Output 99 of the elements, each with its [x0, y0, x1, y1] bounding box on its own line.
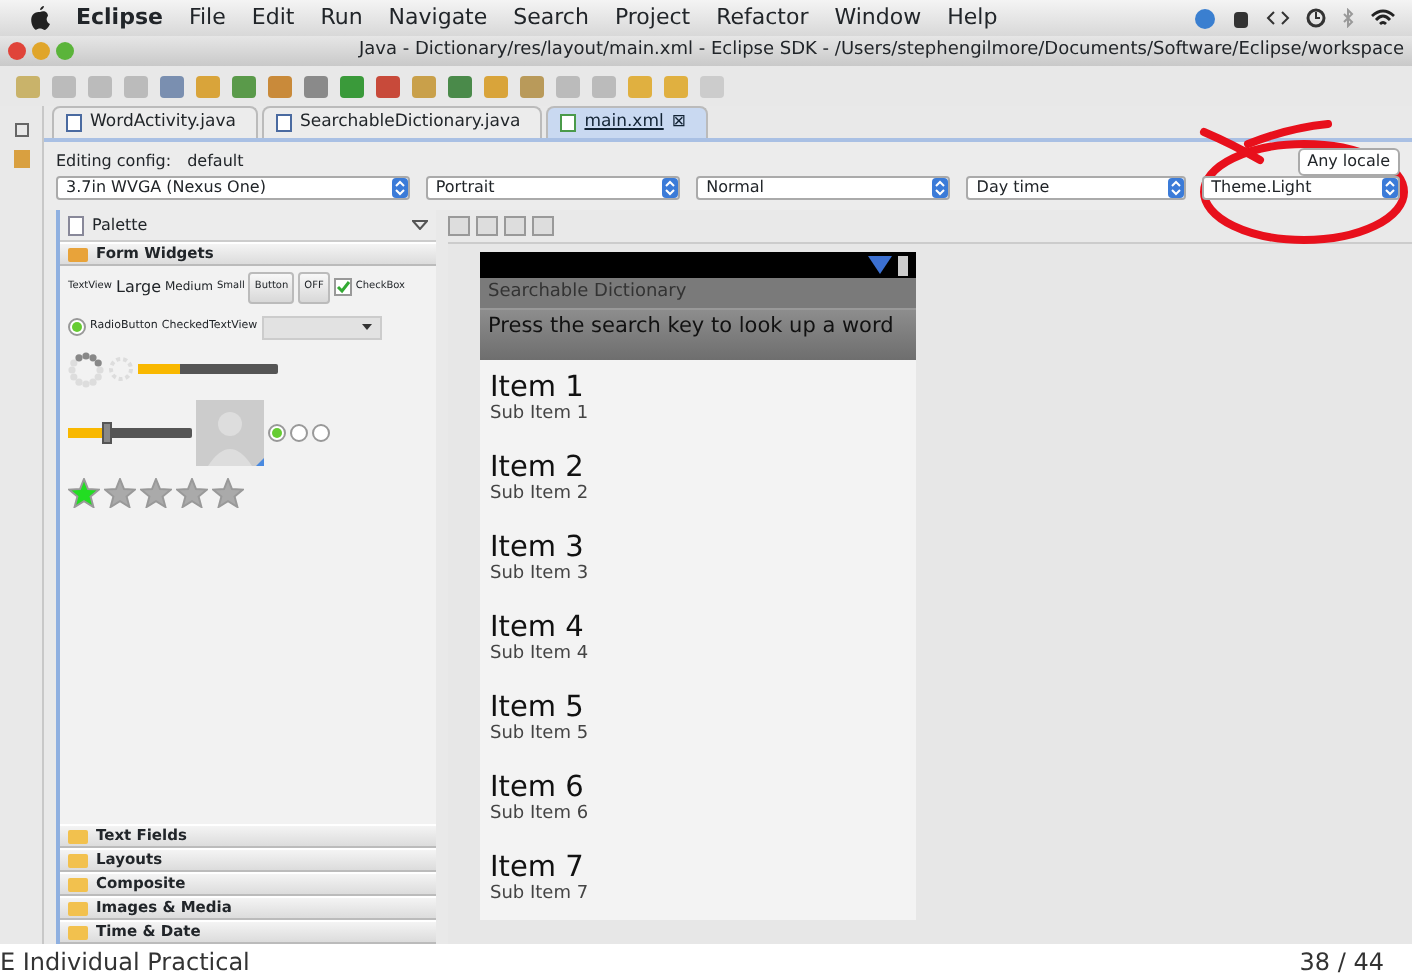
menu-item[interactable]: Edit	[251, 1, 295, 35]
window-title: Java - Dictionary/res/layout/main.xml - Eclipse SDK - /Users/stephengilmore/Documents/Software/Eclipse/workspace	[356, 37, 1404, 64]
list-item-title[interactable]: Item 2	[490, 452, 906, 484]
menu-item[interactable]: Search	[513, 1, 589, 35]
star-icon	[140, 477, 172, 507]
dropdown-arrow-icon[interactable]	[412, 220, 428, 230]
stepper-icon	[662, 178, 679, 198]
menu-item[interactable]: Refactor	[716, 1, 809, 35]
wifi-icon	[1370, 8, 1396, 28]
list-item-subtitle: Sub Item 6	[490, 804, 591, 826]
radio-button[interactable]	[68, 318, 86, 336]
close-icon[interactable]: ⊠	[671, 110, 686, 136]
menu-item[interactable]: Run	[320, 1, 363, 35]
toolbar-icon[interactable]	[664, 75, 688, 97]
toolbar-icon[interactable]	[196, 75, 220, 97]
toolbar-icon[interactable]	[448, 75, 472, 97]
list-item-title[interactable]: Item 3	[490, 532, 906, 564]
star-icon	[68, 477, 100, 507]
java-file-icon	[275, 114, 292, 133]
battery-icon	[898, 255, 908, 275]
checkbox[interactable]	[333, 278, 352, 297]
palette-title: Palette	[92, 213, 150, 237]
toolbar-icon[interactable]	[16, 75, 40, 97]
stepper-icon	[391, 178, 408, 198]
toolbar-icon[interactable]	[232, 75, 256, 97]
dropdown[interactable]: Normal	[696, 176, 951, 200]
list-item-title[interactable]: Item 4	[490, 612, 906, 644]
menu-item[interactable]: Help	[947, 1, 998, 35]
loading-spinner-icon	[68, 351, 104, 387]
list-item-subtitle: Sub Item 4	[490, 644, 591, 666]
config-label: Editing config:	[56, 149, 172, 173]
toolbar-icon[interactable]	[52, 75, 76, 97]
radio-button[interactable]	[290, 423, 308, 441]
hint-text: Press the search key to look up a word	[480, 308, 916, 360]
toolbar-icon[interactable]	[412, 75, 436, 97]
slide-footer-title: E Individual Practical	[0, 946, 250, 980]
close-button[interactable]	[8, 42, 26, 60]
menu-item[interactable]: Navigate	[388, 1, 488, 35]
star-icon	[212, 477, 244, 507]
toolbar-icon[interactable]	[88, 75, 112, 97]
stepper-icon	[1382, 178, 1398, 198]
list-item-title[interactable]: Item 7	[490, 852, 906, 884]
minimize-button[interactable]	[32, 42, 50, 60]
menu-item[interactable]: Window	[834, 1, 922, 35]
spinner-sample[interactable]	[261, 315, 382, 339]
seekbar-thumb[interactable]	[101, 421, 112, 443]
menu-item[interactable]: Project	[614, 1, 691, 35]
code-icon	[1266, 10, 1290, 26]
editor-tab[interactable]: WordActivity.java	[52, 106, 258, 138]
toolbar-icon[interactable]	[304, 75, 328, 97]
folder-icon	[68, 247, 88, 261]
toolbar-icon[interactable]	[124, 75, 148, 97]
app-menu[interactable]: Eclipse	[76, 1, 163, 35]
stepper-icon	[1167, 178, 1184, 198]
dropdown[interactable]: Portrait	[425, 176, 681, 200]
signal-icon	[868, 256, 892, 274]
clock-icon	[1306, 8, 1326, 28]
palette-icon	[68, 215, 84, 235]
toolbar-icon[interactable]	[376, 75, 400, 97]
toolbar-icon[interactable]	[628, 75, 652, 97]
dropdown[interactable]: Theme.Light	[1201, 176, 1400, 200]
star-icon	[176, 477, 208, 507]
app-title: Searchable Dictionary	[480, 278, 916, 308]
list-item-subtitle: Sub Item 2	[490, 484, 591, 506]
toolbar-icon[interactable]	[556, 75, 580, 97]
bluetooth-icon	[1342, 8, 1354, 28]
toolbar-icon[interactable]	[592, 75, 616, 97]
stepper-icon	[932, 178, 949, 198]
toolbar-icon[interactable]	[340, 75, 364, 97]
list-item-title[interactable]: Item 6	[490, 772, 906, 804]
radio-button[interactable]	[312, 423, 330, 441]
config-value: default	[187, 149, 244, 173]
toolbar-icon[interactable]	[520, 75, 544, 97]
list-item-subtitle: Sub Item 7	[490, 884, 591, 906]
apple-icon	[30, 6, 50, 30]
dropdown[interactable]: Day time	[966, 176, 1186, 200]
radio-button[interactable]	[268, 423, 286, 441]
list-item-subtitle: Sub Item 3	[490, 564, 591, 586]
restore-icon[interactable]	[13, 122, 29, 138]
toolbar-icon[interactable]	[160, 75, 184, 97]
person-silhouette-icon	[196, 399, 264, 465]
editor-tab[interactable]: SearchableDictionary.java	[261, 106, 543, 138]
list-item-subtitle: Sub Item 1	[490, 404, 591, 426]
caret-icon	[361, 324, 372, 330]
editor-tab[interactable]: main.xml ⊠	[546, 106, 708, 138]
locale-dropdown[interactable]: Any locale	[1297, 147, 1400, 175]
menu-item[interactable]: File	[188, 1, 226, 35]
xml-file-icon	[560, 114, 577, 133]
java-file-icon	[66, 114, 82, 133]
list-item-title[interactable]: Item 1	[490, 372, 906, 404]
list-item-subtitle: Sub Item 5	[490, 724, 591, 746]
large-text-sample: Large	[115, 275, 161, 300]
toolbar-icon[interactable]	[268, 75, 292, 97]
star-icon	[104, 477, 136, 507]
list-item-title[interactable]: Item 5	[490, 692, 906, 724]
slide-page-number: 38 / 44	[1299, 946, 1384, 980]
toolbar-icon[interactable]	[484, 75, 508, 97]
dropdown[interactable]: 3.7in WVGA (Nexus One)	[56, 176, 410, 200]
zoom-button[interactable]	[56, 42, 74, 60]
